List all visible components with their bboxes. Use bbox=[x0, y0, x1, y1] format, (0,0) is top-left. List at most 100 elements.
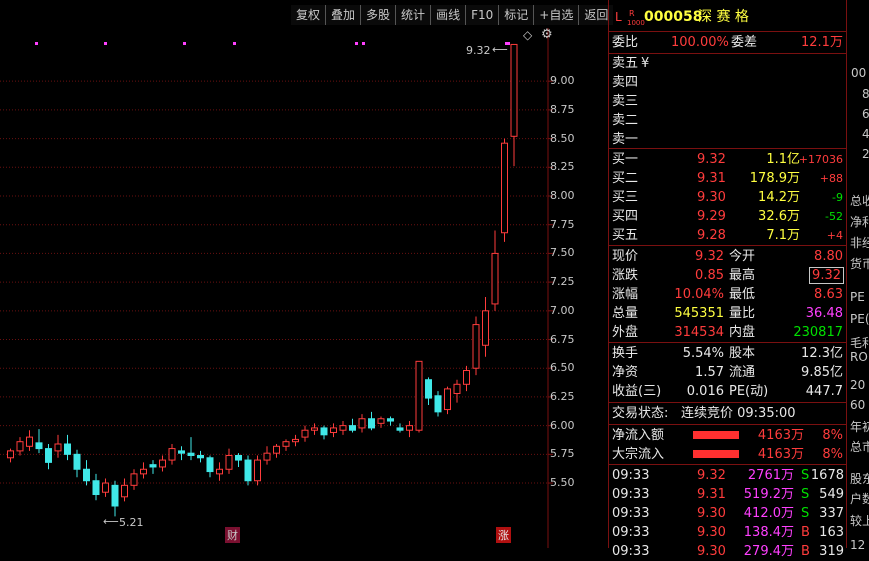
buy-row[interactable]: 买四 9.29 32.6万 -52 bbox=[609, 207, 846, 226]
buy-row[interactable]: 买五 9.28 7.1万 +4 bbox=[609, 226, 846, 245]
candle-body[interactable] bbox=[349, 425, 356, 431]
candle-body[interactable] bbox=[339, 425, 347, 431]
candle-body[interactable] bbox=[178, 450, 185, 454]
add-watchlist-button[interactable]: +自选 bbox=[533, 5, 579, 25]
event-marker[interactable] bbox=[104, 42, 107, 45]
tick-row[interactable]: 09:33 9.30 279.4万 B 319 bbox=[609, 542, 846, 561]
candle-body[interactable] bbox=[453, 383, 461, 394]
candle-body[interactable] bbox=[396, 427, 404, 431]
f10-button[interactable]: F10 bbox=[465, 5, 499, 25]
candle-body[interactable] bbox=[472, 324, 480, 369]
kline-chart[interactable]: 9.00 8.75 8.50 8.25 8.00 7.75 7.50 7.25 7.00 6.75… bbox=[0, 27, 606, 548]
candle-body[interactable] bbox=[292, 438, 299, 443]
buy-row[interactable]: 买三 9.30 14.2万 -9 bbox=[609, 188, 846, 207]
candle-body[interactable] bbox=[358, 418, 366, 429]
fundamental-label: 收益(三) bbox=[612, 384, 662, 399]
fuquan-button[interactable]: 复权 bbox=[291, 5, 326, 25]
candle-body[interactable] bbox=[254, 459, 261, 482]
candle-body[interactable] bbox=[206, 457, 214, 473]
candle-body[interactable] bbox=[235, 454, 242, 461]
flow-bar bbox=[693, 431, 739, 439]
candle-body[interactable] bbox=[320, 427, 328, 436]
candle-body[interactable] bbox=[444, 388, 451, 411]
candle-body[interactable] bbox=[434, 395, 442, 413]
side-label: 总收 bbox=[850, 194, 869, 208]
quote-label: 总量 bbox=[612, 306, 639, 321]
candle-body[interactable] bbox=[482, 310, 489, 346]
candle-body[interactable] bbox=[83, 468, 90, 482]
event-marker[interactable] bbox=[355, 42, 358, 45]
buy-row[interactable]: 买一 9.32 1.1亿 +17036 bbox=[609, 150, 846, 169]
side-label: 12 bbox=[850, 538, 866, 552]
candle-body[interactable] bbox=[282, 441, 290, 447]
candle-body[interactable] bbox=[197, 454, 204, 459]
draw-line-button[interactable]: 画线 bbox=[430, 5, 466, 25]
candle-body[interactable] bbox=[35, 442, 43, 450]
buy-row[interactable]: 买二 9.31 178.9万 +88 bbox=[609, 169, 846, 188]
tick-volume: 412.0万 bbox=[743, 506, 794, 521]
divider bbox=[609, 464, 846, 465]
candle-body[interactable] bbox=[7, 450, 14, 459]
candle-body[interactable] bbox=[149, 464, 157, 468]
candle-body[interactable] bbox=[168, 448, 176, 461]
diamond-icon[interactable]: ◇ bbox=[523, 28, 532, 42]
candle-body[interactable] bbox=[330, 427, 337, 434]
candle-body[interactable] bbox=[130, 473, 138, 486]
event-marker[interactable] bbox=[362, 42, 365, 45]
candle-body[interactable] bbox=[491, 252, 499, 305]
quote-label: 今开 bbox=[729, 249, 756, 264]
candle-body[interactable] bbox=[301, 429, 309, 438]
candle-body[interactable] bbox=[463, 370, 470, 385]
tick-time: 09:33 bbox=[612, 525, 650, 540]
candle-body[interactable] bbox=[26, 436, 33, 447]
earnings-marker[interactable]: 财 bbox=[225, 527, 240, 543]
candle-body[interactable] bbox=[225, 454, 233, 470]
candle-body[interactable] bbox=[501, 142, 508, 234]
event-marker[interactable] bbox=[183, 42, 186, 45]
buy-change: +4 bbox=[826, 229, 843, 242]
gear-icon[interactable]: ⚙ bbox=[541, 27, 553, 42]
side-label: PE( bbox=[850, 312, 869, 326]
candle-body[interactable] bbox=[54, 443, 62, 452]
candle-body[interactable] bbox=[406, 425, 413, 431]
mark-button[interactable]: 标记 bbox=[498, 5, 534, 25]
tick-row[interactable]: 09:33 9.30 138.4万 B 163 bbox=[609, 523, 846, 542]
low-price-label: 5.21 bbox=[119, 516, 144, 529]
candle-body[interactable] bbox=[159, 459, 166, 468]
tick-row[interactable]: 09:33 9.32 2761万 S 1678 bbox=[609, 466, 846, 485]
candle-body[interactable] bbox=[92, 480, 100, 496]
tick-row[interactable]: 09:33 9.31 519.2万 S 549 bbox=[609, 485, 846, 504]
candle-body[interactable] bbox=[377, 418, 385, 424]
candle-body[interactable] bbox=[425, 379, 432, 399]
side-top-label: 00 bbox=[851, 66, 867, 80]
candle-body[interactable] bbox=[510, 43, 518, 137]
quote-value: 8.63 bbox=[814, 287, 843, 302]
overlay-button[interactable]: 叠加 bbox=[325, 5, 361, 25]
candle-body[interactable] bbox=[73, 453, 81, 470]
limit-up-marker[interactable]: 涨 bbox=[496, 527, 511, 543]
statistics-button[interactable]: 统计 bbox=[395, 5, 431, 25]
candle-body[interactable] bbox=[273, 445, 280, 454]
candle-body[interactable] bbox=[311, 427, 318, 431]
candle-body[interactable] bbox=[187, 452, 195, 456]
candle-body[interactable] bbox=[368, 418, 375, 429]
candle-body[interactable] bbox=[244, 459, 252, 482]
multi-stock-button[interactable]: 多股 bbox=[360, 5, 396, 25]
event-marker[interactable] bbox=[233, 42, 236, 45]
candle-body[interactable] bbox=[216, 468, 223, 475]
candle-body[interactable] bbox=[45, 448, 52, 463]
candle-body[interactable] bbox=[16, 441, 24, 452]
candle-body[interactable] bbox=[64, 443, 71, 455]
tick-price: 9.30 bbox=[697, 525, 726, 540]
candle-body[interactable] bbox=[140, 468, 147, 475]
candle-body[interactable] bbox=[111, 484, 119, 507]
event-marker[interactable] bbox=[35, 42, 38, 45]
candle-body[interactable] bbox=[387, 418, 394, 422]
price-tick-label: 6.75 bbox=[550, 332, 575, 346]
candle-body[interactable] bbox=[415, 360, 423, 431]
tick-row[interactable]: 09:33 9.30 412.0万 S 337 bbox=[609, 504, 846, 523]
candle-body[interactable] bbox=[263, 452, 271, 461]
candle-body[interactable] bbox=[102, 482, 109, 493]
candle-body[interactable] bbox=[121, 484, 128, 498]
tick-time: 09:33 bbox=[612, 468, 650, 483]
